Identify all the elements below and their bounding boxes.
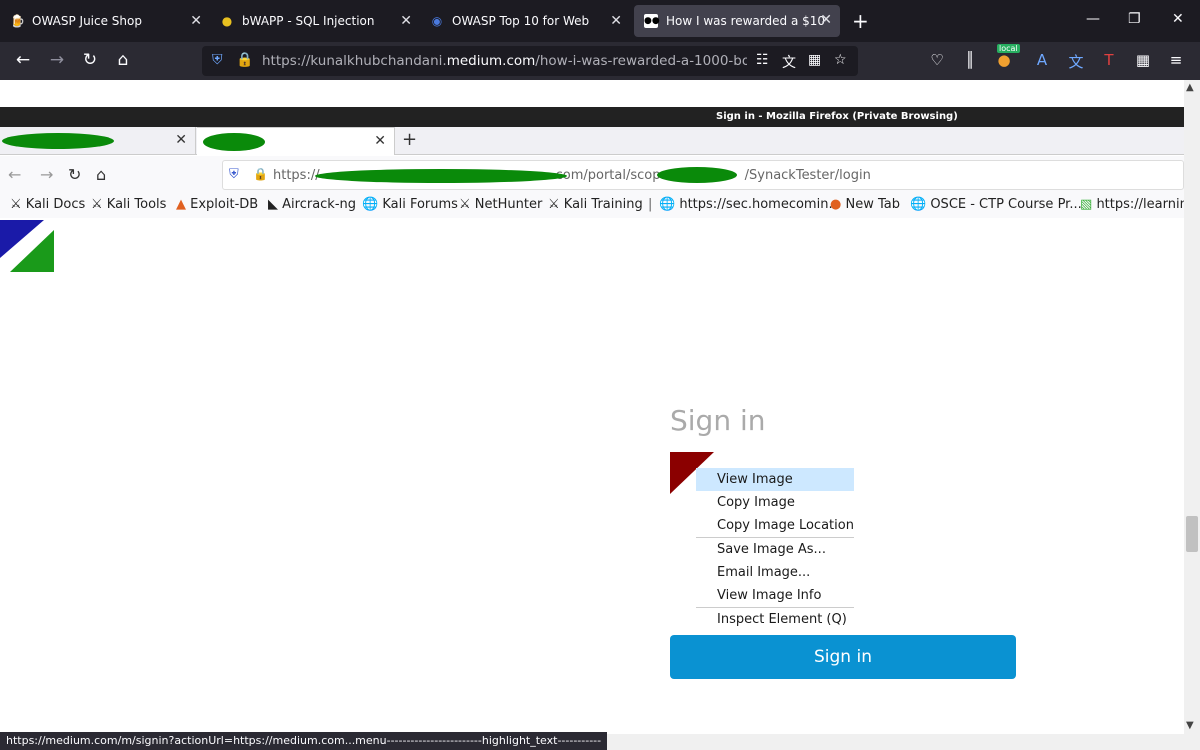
lock-icon[interactable]: 🔒 [236, 52, 253, 68]
bookmarks-toolbar: ⚔ Kali Docs ⚔ Kali Tools ▲ Exploit-DB ◣ … [0, 194, 1184, 218]
local-badge: local [997, 44, 1020, 53]
inner-nav-bar: ← → ↻ ⌂ ⛨ 🔒 https://com/portal/scope./Sy… [0, 156, 1184, 194]
close-icon[interactable]: ✕ [190, 13, 202, 29]
navigation-toolbar: ← → ↻ ⌂ ⛨ 🔒 https://kunalkhubchandani.me… [0, 42, 1200, 80]
close-icon[interactable]: ✕ [610, 13, 622, 29]
inner-tab-1: ✕ [0, 127, 196, 155]
broken-image-green [10, 230, 54, 272]
home-icon: ⌂ [96, 165, 107, 184]
reload-icon: ↻ [68, 165, 82, 184]
extension-icon[interactable]: ▦ [808, 52, 821, 68]
redaction-scribble [2, 133, 114, 149]
forward-icon[interactable]: → [46, 50, 68, 70]
restore-icon[interactable]: ❐ [1128, 11, 1141, 27]
new-tab-button[interactable]: + [852, 9, 869, 33]
bookmark-new-tab: ● New Tab [830, 197, 900, 212]
bookmark-exploit-db: ▲ Exploit-DB [176, 197, 259, 212]
menu-item-copy-image-location: Copy Image Location [717, 518, 854, 533]
home-icon[interactable]: ⌂ [112, 50, 134, 70]
close-icon: ✕ [175, 132, 187, 148]
url-bar[interactable]: ⛨ 🔒 https://kunalkhubchandani.medium.com… [202, 46, 858, 76]
close-icon: ✕ [374, 133, 386, 149]
pocket-icon[interactable]: ♡ [927, 51, 947, 69]
inner-url-bar: ⛨ 🔒 https://com/portal/scope./SynackTest… [222, 160, 1184, 190]
bookmark-osce: 🌐 OSCE - CTP Course Pr... [910, 197, 1082, 212]
forward-icon: → [40, 165, 54, 184]
tab-bar: 🍺 OWASP Juice Shop ✕ ● bWAPP - SQL Injec… [0, 0, 1200, 42]
menu-item-view-image: View Image [696, 468, 854, 491]
owasp-icon: ◉ [431, 14, 443, 28]
menu-item-inspect-element: Inspect Element (Q) [717, 612, 847, 627]
bookmark-star-icon[interactable]: ☆ [834, 52, 847, 68]
sign-in-button: Sign in [670, 635, 1016, 679]
tab-medium[interactable]: ●● How I was rewarded a $1000 bo ✕ [634, 5, 840, 37]
tab-title: OWASP Juice Shop [32, 14, 142, 28]
bookmark-sec-homecoming: 🌐 https://sec.homecomin... [659, 197, 841, 212]
minimize-icon[interactable]: — [1086, 11, 1100, 27]
t-extension-icon[interactable]: T [1099, 51, 1119, 69]
tab-juice-shop[interactable]: 🍺 OWASP Juice Shop ✕ [0, 0, 210, 42]
context-menu: View Image Copy Image Copy Image Locatio… [696, 468, 854, 631]
tab-title: OWASP Top 10 for Web [452, 14, 590, 28]
library-icon[interactable]: ║ [960, 51, 980, 69]
inner-window-title: Sign in - Mozilla Firefox (Private Brows… [0, 107, 1184, 127]
medium-icon: ●● [644, 14, 660, 28]
tab-owasp-top10[interactable]: ◉ OWASP Top 10 for Web ✕ [420, 0, 630, 42]
page-title: Sign in [670, 404, 766, 437]
scroll-thumb[interactable] [1186, 516, 1198, 552]
vertical-scrollbar[interactable]: ▲ ▼ [1184, 80, 1200, 734]
shield-icon[interactable]: ⛨ [212, 52, 223, 68]
translate-icon[interactable]: 文 [782, 52, 796, 72]
close-window-icon[interactable]: ✕ [1172, 11, 1184, 27]
scroll-down-icon[interactable]: ▼ [1186, 720, 1194, 731]
translator-alt-icon[interactable]: 文 [1066, 51, 1086, 72]
bookmark-nethunter: ⚔ NetHunter [459, 197, 543, 212]
bookmark-separator: | [648, 197, 653, 212]
close-icon[interactable]: ✕ [820, 12, 832, 28]
extensions-icon[interactable]: ▦ [1133, 51, 1153, 69]
scroll-up-icon[interactable]: ▲ [1186, 82, 1194, 93]
menu-item-email-image: Email Image... [717, 565, 811, 580]
bookmark-kali-docs: ⚔ Kali Docs [10, 197, 86, 212]
translator-icon[interactable]: A [1032, 51, 1052, 69]
plus-icon: + [402, 129, 418, 150]
bookmark-kali-training: ⚔ Kali Training [548, 197, 643, 212]
shield-icon: ⛨ [229, 167, 239, 182]
bookmark-kali-forums: 🌐 Kali Forums [362, 197, 458, 212]
lock-icon: 🔒 [253, 167, 268, 181]
redaction-scribble [315, 169, 567, 183]
inner-tab-bar: ✕ ✕ + [0, 127, 1184, 155]
menu-item-copy-image: Copy Image [717, 495, 795, 510]
tab-title: bWAPP - SQL Injection [242, 14, 375, 28]
url-text[interactable]: https://kunalkhubchandani.medium.com/how… [262, 53, 747, 69]
back-icon[interactable]: ← [12, 50, 34, 70]
close-icon[interactable]: ✕ [400, 13, 412, 29]
redaction-scribble [203, 133, 265, 151]
bookmark-aircrack: ◣ Aircrack-ng [268, 197, 357, 212]
back-icon: ← [8, 165, 22, 184]
menu-item-save-image-as: Save Image As... [717, 542, 826, 557]
bookmark-kali-tools: ⚔ Kali Tools [91, 197, 167, 212]
reader-view-icon[interactable]: ☷ [756, 52, 769, 68]
bee-icon: ● [221, 14, 233, 28]
reload-icon[interactable]: ↻ [79, 50, 101, 70]
page-content: Sign in - Mozilla Firefox (Private Brows… [0, 80, 1184, 734]
inner-tab-2: ✕ [197, 127, 395, 155]
menu-item-view-image-info: View Image Info [717, 588, 822, 603]
tab-bwapp[interactable]: ● bWAPP - SQL Injection ✕ [210, 0, 420, 42]
local-extension-icon[interactable]: ● [994, 51, 1014, 69]
bookmark-learnin: ▧ https://learnin [1080, 197, 1184, 212]
redaction-scribble [657, 167, 737, 183]
status-bar: https://medium.com/m/signin?actionUrl=ht… [0, 732, 608, 750]
juice-shop-icon: 🍺 [10, 14, 25, 28]
tab-title: How I was rewarded a $1000 bo [666, 14, 826, 28]
menu-icon[interactable]: ≡ [1166, 51, 1186, 69]
